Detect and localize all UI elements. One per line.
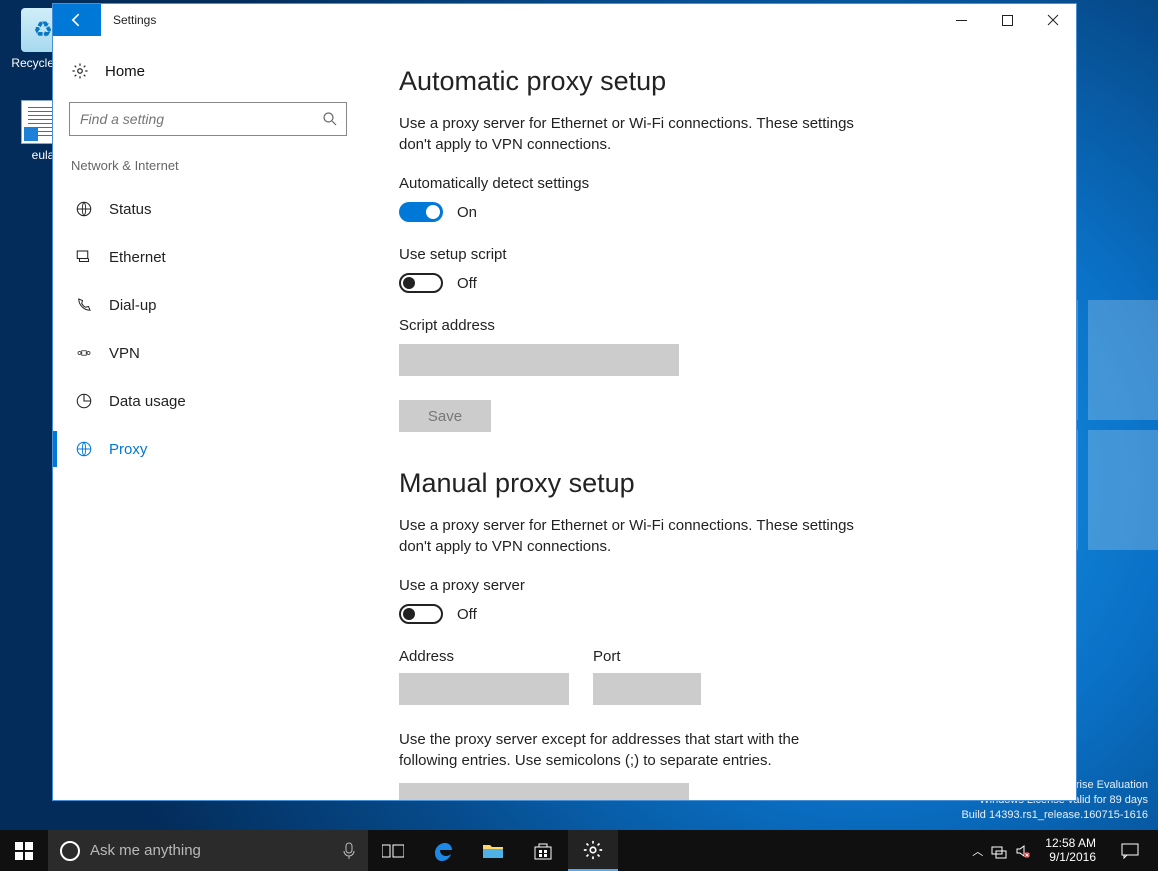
window-buttons bbox=[938, 4, 1076, 36]
auto-detect-toggle[interactable] bbox=[399, 202, 443, 222]
nav-label: Data usage bbox=[109, 393, 186, 410]
tray-overflow[interactable]: ︿ bbox=[972, 843, 983, 859]
task-view-button[interactable] bbox=[368, 830, 418, 871]
address-label: Address bbox=[399, 648, 569, 665]
piechart-icon bbox=[75, 392, 93, 410]
automatic-description: Use a proxy server for Ethernet or Wi-Fi… bbox=[399, 113, 859, 155]
nav-label: Dial-up bbox=[109, 297, 157, 314]
sidebar-nav: Status Ethernet Dial-up VPN Data usage bbox=[67, 185, 349, 473]
taskbar: Ask me anything ︿ 12:58 AM 9/1/2016 bbox=[0, 830, 1158, 871]
ethernet-icon bbox=[75, 248, 93, 266]
close-icon bbox=[1047, 14, 1059, 26]
volume-tray-icon[interactable] bbox=[1015, 843, 1031, 859]
titlebar[interactable]: Settings bbox=[53, 4, 1076, 36]
taskbar-apps bbox=[368, 830, 618, 871]
clock-date: 9/1/2016 bbox=[1045, 851, 1096, 865]
home-label: Home bbox=[105, 63, 145, 80]
settings-window: Settings Home Network & Internet Status bbox=[52, 3, 1077, 801]
notification-icon bbox=[1121, 843, 1139, 859]
cortana-icon bbox=[60, 841, 80, 861]
exceptions-description: Use the proxy server except for addresse… bbox=[399, 729, 819, 771]
use-script-toggle[interactable] bbox=[399, 273, 443, 293]
heading-automatic-proxy: Automatic proxy setup bbox=[399, 66, 1036, 97]
use-proxy-toggle[interactable] bbox=[399, 604, 443, 624]
clock-time: 12:58 AM bbox=[1045, 837, 1096, 851]
gear-icon bbox=[582, 839, 604, 861]
taskbar-store[interactable] bbox=[518, 830, 568, 871]
address-input bbox=[399, 673, 569, 705]
window-title: Settings bbox=[101, 4, 938, 36]
minimize-icon bbox=[956, 15, 967, 26]
sidebar-category: Network & Internet bbox=[67, 156, 349, 185]
port-label: Port bbox=[593, 648, 701, 665]
sidebar-home[interactable]: Home bbox=[67, 56, 349, 98]
arrow-left-icon bbox=[67, 10, 87, 30]
sidebar-item-proxy[interactable]: Proxy bbox=[67, 425, 349, 473]
task-view-icon bbox=[382, 843, 404, 859]
folder-icon bbox=[482, 842, 504, 860]
sidebar: Home Network & Internet Status Ethernet bbox=[53, 36, 363, 800]
auto-detect-state: On bbox=[457, 204, 477, 221]
network-tray-icon[interactable] bbox=[991, 843, 1007, 859]
gear-icon bbox=[71, 62, 89, 80]
edge-icon bbox=[431, 839, 455, 863]
use-script-state: Off bbox=[457, 275, 477, 292]
taskbar-settings[interactable] bbox=[568, 830, 618, 871]
nav-label: VPN bbox=[109, 345, 140, 362]
use-proxy-label: Use a proxy server bbox=[399, 577, 1036, 594]
globe-icon bbox=[75, 200, 93, 218]
watermark-line: Build 14393.rs1_release.160715-1616 bbox=[961, 808, 1148, 823]
save-button: Save bbox=[399, 400, 491, 432]
manual-description: Use a proxy server for Ethernet or Wi-Fi… bbox=[399, 515, 859, 557]
nav-label: Ethernet bbox=[109, 249, 166, 266]
vpn-icon bbox=[75, 344, 93, 362]
search-icon bbox=[321, 110, 339, 128]
taskbar-explorer[interactable] bbox=[468, 830, 518, 871]
nav-label: Proxy bbox=[109, 441, 147, 458]
globe-icon bbox=[75, 440, 93, 458]
sidebar-item-dialup[interactable]: Dial-up bbox=[67, 281, 349, 329]
sidebar-item-datausage[interactable]: Data usage bbox=[67, 377, 349, 425]
script-address-label: Script address bbox=[399, 317, 1036, 334]
heading-manual-proxy: Manual proxy setup bbox=[399, 468, 1036, 499]
search-input[interactable] bbox=[69, 102, 347, 136]
cortana-search[interactable]: Ask me anything bbox=[48, 830, 368, 871]
taskbar-clock[interactable]: 12:58 AM 9/1/2016 bbox=[1039, 837, 1102, 865]
maximize-button[interactable] bbox=[984, 4, 1030, 36]
sidebar-item-vpn[interactable]: VPN bbox=[67, 329, 349, 377]
taskbar-edge[interactable] bbox=[418, 830, 468, 871]
content-pane[interactable]: Automatic proxy setup Use a proxy server… bbox=[363, 36, 1076, 800]
use-proxy-state: Off bbox=[457, 606, 477, 623]
auto-detect-label: Automatically detect settings bbox=[399, 175, 1036, 192]
start-button[interactable] bbox=[0, 830, 48, 871]
close-button[interactable] bbox=[1030, 4, 1076, 36]
maximize-icon bbox=[1002, 15, 1013, 26]
action-center-button[interactable] bbox=[1110, 843, 1150, 859]
back-button[interactable] bbox=[53, 4, 101, 36]
port-input bbox=[593, 673, 701, 705]
minimize-button[interactable] bbox=[938, 4, 984, 36]
sidebar-item-ethernet[interactable]: Ethernet bbox=[67, 233, 349, 281]
microphone-icon[interactable] bbox=[342, 842, 356, 860]
use-script-label: Use setup script bbox=[399, 246, 1036, 263]
exceptions-input bbox=[399, 783, 689, 800]
system-tray: ︿ 12:58 AM 9/1/2016 bbox=[964, 830, 1158, 871]
store-icon bbox=[533, 841, 553, 861]
sidebar-item-status[interactable]: Status bbox=[67, 185, 349, 233]
phone-icon bbox=[75, 296, 93, 314]
windows-icon bbox=[15, 842, 33, 860]
search-box[interactable] bbox=[69, 102, 347, 136]
cortana-placeholder: Ask me anything bbox=[90, 842, 368, 859]
nav-label: Status bbox=[109, 201, 152, 218]
script-address-input bbox=[399, 344, 679, 376]
